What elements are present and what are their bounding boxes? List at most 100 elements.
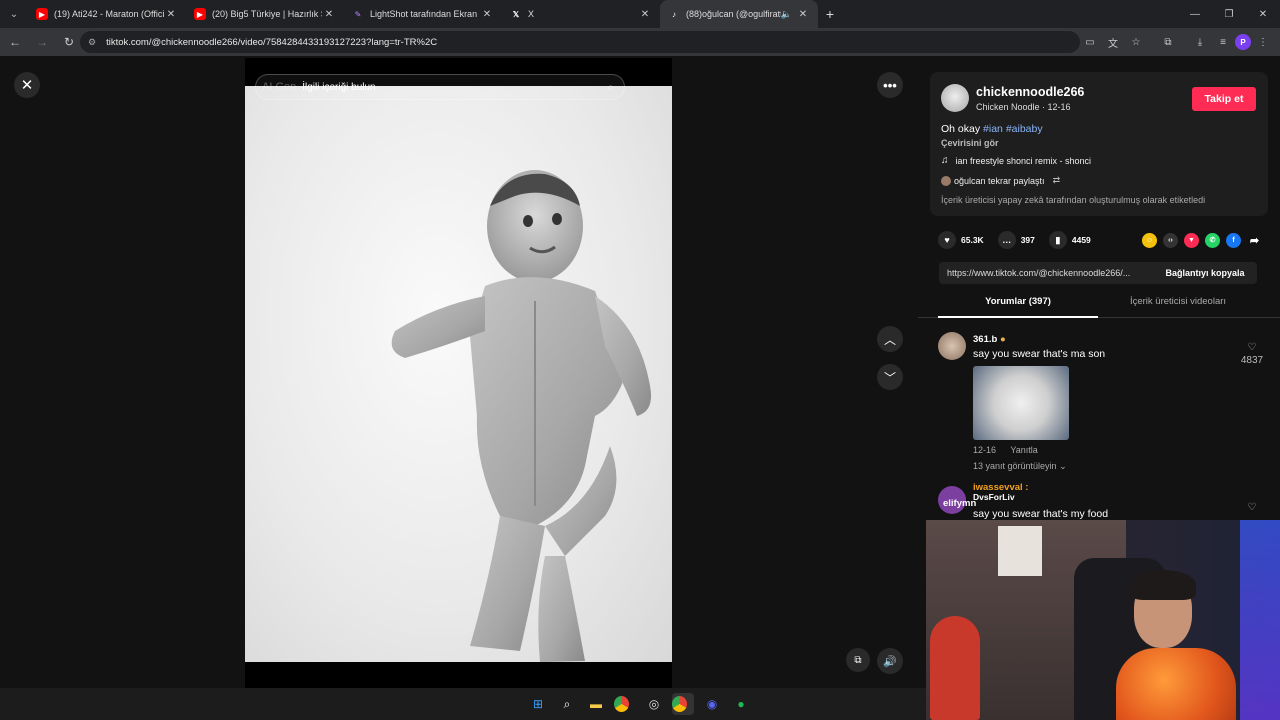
site-info-icon[interactable]: ⚙ [88,37,96,48]
tab-label: LightShot tarafından Ekran Gör [370,9,480,19]
author-username[interactable]: chickennoodle266 [976,85,1084,99]
webcam-led-light [1240,520,1280,720]
tab-search-icon[interactable]: ⌄ [0,0,28,28]
comment-like-button[interactable]: ♡ [1236,502,1268,513]
more-options-button[interactable]: ••• [877,72,903,98]
webcam-person [1116,570,1236,720]
browser-tab-5[interactable]: ♪ (88)oğulcan (@ogulfiratt) | 🔈 ✕ [660,0,818,28]
tab-label: (88)oğulcan (@ogulfiratt) | [686,9,781,19]
commenter-avatar[interactable] [938,332,966,360]
share-arrow-icon[interactable]: ➦ [1247,233,1262,248]
close-tab-icon[interactable]: ✕ [796,9,810,20]
comment-count: 397 [1020,235,1035,245]
minimize-icon[interactable]: — [1178,0,1212,28]
profile-avatar[interactable]: P [1235,34,1251,50]
spotify-icon[interactable]: ● [730,693,752,715]
ai-generated-tag: AI Gen [262,81,297,93]
cast-icon[interactable]: ▭ [1079,31,1101,53]
translate-icon[interactable]: 文 [1102,31,1124,53]
hashtag-link[interactable]: #ian [983,123,1003,135]
back-icon[interactable]: ← [3,30,27,54]
view-replies-button[interactable]: 13 yanıt görüntüleyin ⌄ [973,461,1067,472]
comment-like-button[interactable]: ♡ 4837 [1236,342,1268,366]
browser-alt-icon[interactable]: ◎ [643,693,665,715]
browser-tab-4[interactable]: 𝕏 X ✕ [502,0,660,28]
browser-tab-3[interactable]: ✎ LightShot tarafından Ekran Gör ✕ [344,0,502,28]
extensions-icon[interactable]: ⧉ [1157,31,1179,53]
tiktok-icon: ♪ [672,9,676,19]
download-icon[interactable]: ⤓ [1189,31,1211,53]
reply-button[interactable]: Yanıtla [1010,445,1037,455]
heart-outline-icon: ♡ [1247,342,1257,353]
music-info[interactable]: ♫ ian freestyle shonci remix - shonci [941,155,1091,166]
panel-tabs: Yorumlar (397) İçerik üreticisi videolar… [918,296,1280,318]
music-title: ian freestyle shonci remix - shonci [955,155,1092,166]
related-search-input[interactable]: AI Gen İlgili içeriği bulun ⌕ [255,74,625,100]
save-count: 4459 [1071,235,1091,245]
author-card: chickennoodle266 Chicken Noodle · 12-16 … [930,72,1268,216]
next-video-button[interactable]: ﹀ [877,364,903,390]
discord-icon[interactable]: ◉ [701,693,723,715]
webcam-bag [930,616,980,720]
close-tab-icon[interactable]: ✕ [322,9,336,20]
url-input[interactable]: ⚙ tiktok.com/@chickennoodle266/video/758… [80,31,1080,53]
repost-text: oğulcan tekrar paylaştı [954,175,1045,186]
close-tab-icon[interactable]: ✕ [164,9,178,20]
like-button[interactable]: ♥ 65.3K [938,231,984,249]
hashtag-link[interactable]: #aibaby [1006,123,1043,135]
comment-image[interactable] [973,366,1069,440]
whatsapp-icon[interactable]: ✆ [1205,232,1220,248]
chrome-icon[interactable] [614,693,636,715]
tab-comments[interactable]: Yorumlar (397) [938,296,1098,318]
video-player[interactable]: AI Gen İlgili içeriği bulun ⌕ [245,58,672,688]
media-control-icon[interactable]: ≡ [1212,31,1234,53]
save-button[interactable]: ▮ 4459 [1048,231,1091,249]
bookmark-star-icon[interactable]: ☆ [1125,31,1147,53]
tab-creator-videos[interactable]: İçerik üreticisi videoları [1098,296,1258,318]
browser-tab-1[interactable]: ▶ (19) Ati242 - Maraton (Official V ✕ [28,0,186,28]
picture-in-picture-icon[interactable]: ⧉ [846,648,870,672]
reload-icon[interactable]: ↻ [57,30,81,54]
send-icon[interactable]: ▼ [1184,232,1199,248]
restore-icon[interactable]: ❐ [1212,0,1246,28]
comment-button[interactable]: … 397 [997,231,1035,249]
os-taskbar: ⊞ ⌕ ▬ ◎ ◉ ● [0,688,926,720]
browser-tab-2[interactable]: ▶ (20) Big5 Türkiye | Hazırlık Sezo ✕ [186,0,344,28]
volume-icon[interactable]: 🔊 [877,648,903,674]
x-icon: 𝕏 [512,9,520,19]
emoji-share-icon[interactable]: ☺ [1142,232,1157,248]
close-tab-icon[interactable]: ✕ [480,9,494,20]
youtube-icon: ▶ [194,8,206,20]
comment-date: 12-16 [973,445,997,455]
caption-text: Oh okay [941,123,981,135]
close-window-icon[interactable]: ✕ [1246,0,1280,28]
copy-link-button[interactable]: Bağlantıyı kopyala [1153,262,1257,284]
webcam-overlay [926,520,1280,720]
repost-icon[interactable]: ⇄ [1053,175,1061,186]
share-link-url[interactable]: https://www.tiktok.com/@chickennoodle266… [939,268,1153,278]
taskbar-icons: ⊞ ⌕ ▬ ◎ ◉ ● [527,688,759,720]
speaker-icon[interactable]: 🔈 [781,9,792,20]
previous-video-button[interactable]: ︿ [877,326,903,352]
file-explorer-icon[interactable]: ▬ [585,693,607,715]
commenter-username[interactable]: 361.b ● [973,334,1006,345]
menu-kebab-icon[interactable]: ⋮ [1252,31,1274,53]
chrome-active-icon[interactable] [672,693,694,715]
commenter-username[interactable]: elifymn [943,498,976,509]
see-translation-link[interactable]: Çevirisini gör [941,138,999,148]
forward-icon[interactable]: → [30,30,54,54]
new-tab-button[interactable]: + [818,6,842,22]
chat-overlay-user-2: DvsForLiv [973,492,1015,502]
search-icon[interactable]: ⌕ [607,80,614,95]
close-tab-icon[interactable]: ✕ [638,9,652,20]
windows-start-icon[interactable]: ⊞ [527,693,549,715]
engagement-row: ♥ 65.3K … 397 ▮ 4459 ☺ ‹› ▼ ✆ f ➦ [938,230,1262,250]
repost-avatar [941,175,951,186]
facebook-icon[interactable]: f [1226,232,1241,248]
follow-button[interactable]: Takip et [1192,87,1256,111]
taskbar-search-icon[interactable]: ⌕ [556,693,578,715]
author-avatar[interactable] [941,84,969,112]
browser-toolbar: ▭ 文 ☆ ⧉ ⤓ ≡ P ⋮ [1078,28,1274,56]
close-video-button[interactable]: ✕ [14,72,40,98]
embed-icon[interactable]: ‹› [1163,232,1178,248]
